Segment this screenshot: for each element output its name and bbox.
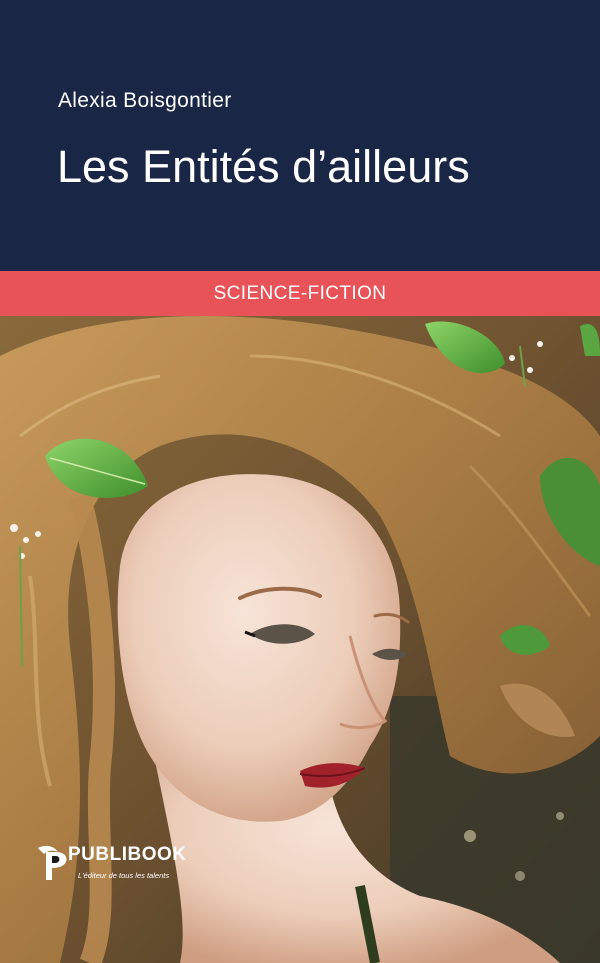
book-title: Les Entités d’ailleurs <box>57 141 470 192</box>
publisher-name: PUBLIBOOK <box>68 844 187 865</box>
publibook-icon <box>38 845 67 880</box>
genre-band: SCIENCE-FICTION <box>0 271 600 316</box>
book-cover: Alexia Boisgontier Les Entités d’ailleur… <box>0 0 600 963</box>
publisher-logo: PUBLIBOOK L'éditeur de tous les talents <box>34 842 186 892</box>
cover-header: Alexia Boisgontier Les Entités d’ailleur… <box>0 0 600 271</box>
author-name: Alexia Boisgontier <box>58 89 232 112</box>
genre-label: SCIENCE-FICTION <box>213 282 387 304</box>
publisher-tagline: L'éditeur de tous les talents <box>78 871 170 880</box>
